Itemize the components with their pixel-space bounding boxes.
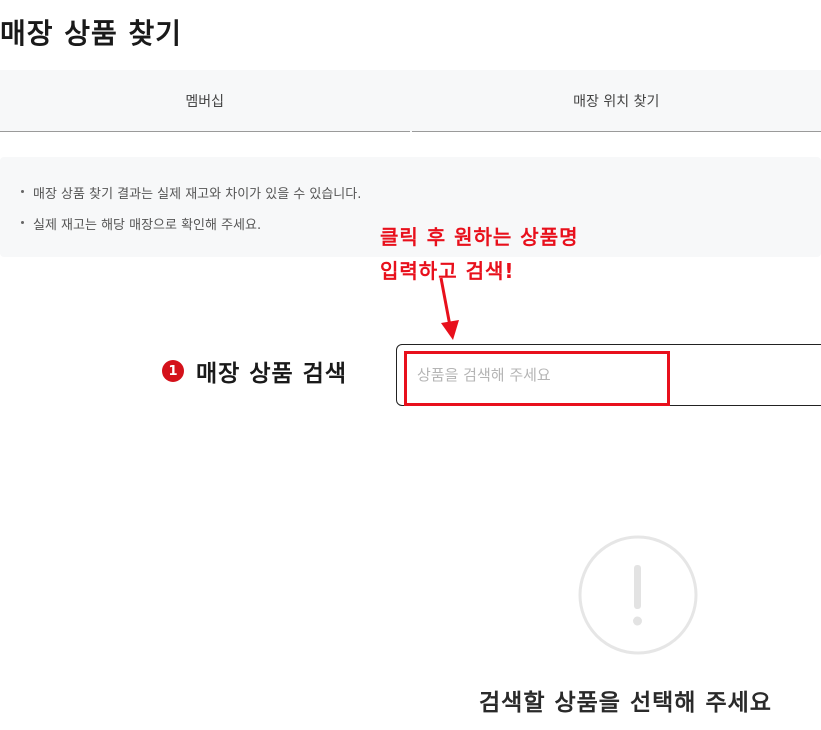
tab-bar: 멤버십 매장 위치 찾기 bbox=[0, 70, 821, 132]
exclamation-circle-icon bbox=[578, 535, 698, 655]
search-label: 1 매장 상품 검색 bbox=[162, 354, 347, 388]
search-box bbox=[396, 344, 821, 406]
notice-item: 매장 상품 찾기 결과는 실제 재고와 차이가 있을 수 있습니다. bbox=[21, 183, 361, 202]
tab-membership[interactable]: 멤버십 bbox=[0, 70, 410, 132]
notice-item: 실제 재고는 해당 매장으로 확인해 주세요. bbox=[21, 214, 261, 233]
product-search-input[interactable] bbox=[409, 353, 667, 397]
tab-store-location[interactable]: 매장 위치 찾기 bbox=[411, 70, 821, 132]
annotation-line-1: 클릭 후 원하는 상품명 bbox=[380, 225, 579, 249]
search-label-text: 매장 상품 검색 bbox=[196, 361, 347, 387]
page-title: 매장 상품 찾기 bbox=[0, 17, 183, 50]
empty-state-message: 검색할 상품을 선택해 주세요 bbox=[479, 690, 772, 716]
annotation-arrow-icon bbox=[439, 277, 459, 340]
step-number-badge: 1 bbox=[162, 360, 184, 382]
